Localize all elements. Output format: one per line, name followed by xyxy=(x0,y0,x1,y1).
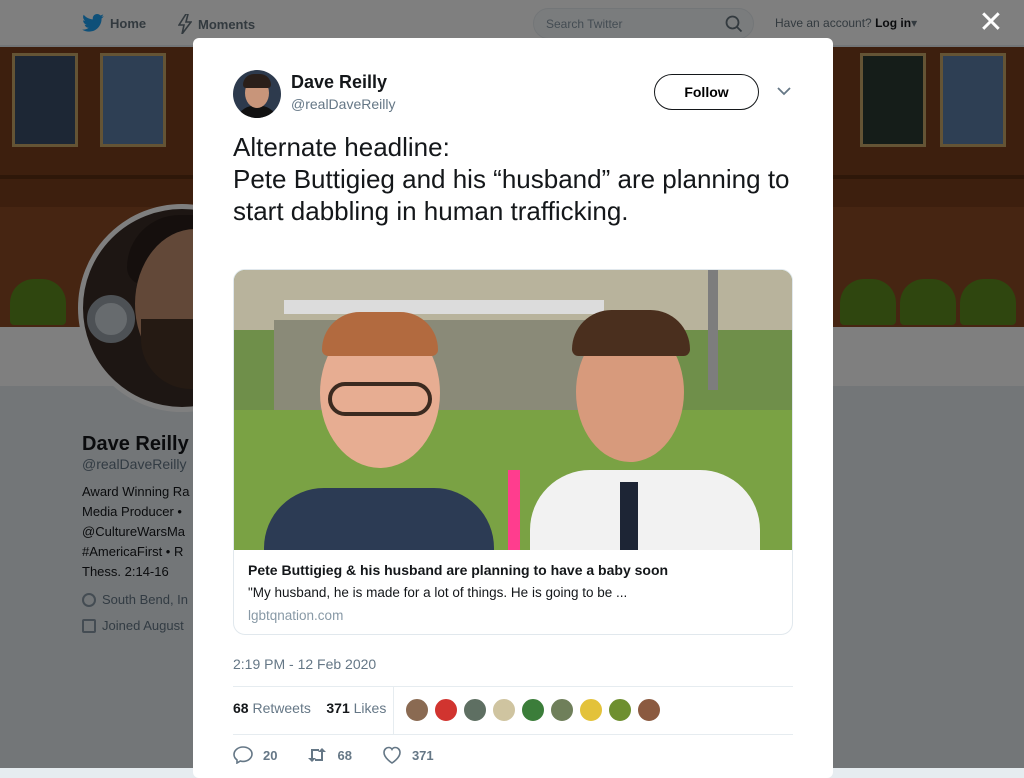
person-glasses xyxy=(328,382,432,416)
liker-avatar[interactable] xyxy=(434,698,458,722)
retweet-button[interactable]: 68 xyxy=(307,746,352,764)
liker-avatar[interactable] xyxy=(492,698,516,722)
liker-avatar[interactable] xyxy=(608,698,632,722)
tweet-actions: 20 68 371 xyxy=(233,746,464,764)
heart-icon xyxy=(383,746,401,764)
author-avatar[interactable] xyxy=(233,70,281,118)
tweet-timestamp[interactable]: 2:19 PM - 12 Feb 2020 xyxy=(233,656,376,672)
person-shirt xyxy=(264,488,494,550)
author-name[interactable]: Dave Reilly xyxy=(291,72,387,93)
reply-count: 20 xyxy=(263,747,278,763)
stats-divider xyxy=(393,686,394,734)
author-handle[interactable]: @realDaveReilly xyxy=(291,96,395,112)
like-button[interactable]: 371 xyxy=(382,746,434,764)
likes-count: 371 xyxy=(326,700,350,716)
liker-avatar[interactable] xyxy=(405,698,429,722)
card-title[interactable]: Pete Buttigieg & his husband are plannin… xyxy=(248,562,668,578)
liker-avatar[interactable] xyxy=(550,698,574,722)
avatar-hair xyxy=(243,74,271,88)
person-hair xyxy=(572,310,690,356)
link-card[interactable]: Pete Buttigieg & his husband are plannin… xyxy=(233,269,793,635)
liker-avatar[interactable] xyxy=(637,698,661,722)
divider xyxy=(233,686,793,687)
likes-stat[interactable]: 371 Likes xyxy=(326,700,386,716)
liker-avatar[interactable] xyxy=(463,698,487,722)
chevron-down-icon[interactable] xyxy=(777,86,791,96)
retweet-count: 68 xyxy=(337,747,352,763)
like-count: 371 xyxy=(411,747,434,763)
retweets-label: Retweets xyxy=(252,700,311,716)
card-image[interactable] xyxy=(234,270,792,550)
divider xyxy=(233,734,793,735)
reply-button[interactable]: 20 xyxy=(233,746,277,764)
tweet-modal: Dave Reilly @realDaveReilly Follow Alter… xyxy=(193,38,833,778)
likes-label: Likes xyxy=(353,700,387,716)
retweets-stat[interactable]: 68 Retweets xyxy=(233,700,311,716)
liker-avatar[interactable] xyxy=(579,698,603,722)
likers-avatars xyxy=(405,698,666,722)
reply-icon xyxy=(233,746,253,764)
close-icon[interactable]: ✕ xyxy=(978,8,1004,38)
card-description: "My husband, he is made for a lot of thi… xyxy=(248,585,628,600)
follow-button[interactable]: Follow xyxy=(654,74,759,110)
tweet-stats: 68 Retweets 371 Likes xyxy=(233,700,386,716)
tweet-text: Alternate headline: Pete Buttigieg and h… xyxy=(233,132,790,226)
image-person-right xyxy=(530,310,760,550)
retweet-icon xyxy=(308,748,327,762)
person-shirt xyxy=(530,470,760,550)
person-tie xyxy=(620,482,638,550)
image-pink-straw xyxy=(508,470,520,550)
image-person-left xyxy=(264,312,494,550)
person-hair xyxy=(322,312,438,356)
liker-avatar[interactable] xyxy=(521,698,545,722)
retweets-count: 68 xyxy=(233,700,249,716)
card-domain: lgbtqnation.com xyxy=(248,608,344,623)
